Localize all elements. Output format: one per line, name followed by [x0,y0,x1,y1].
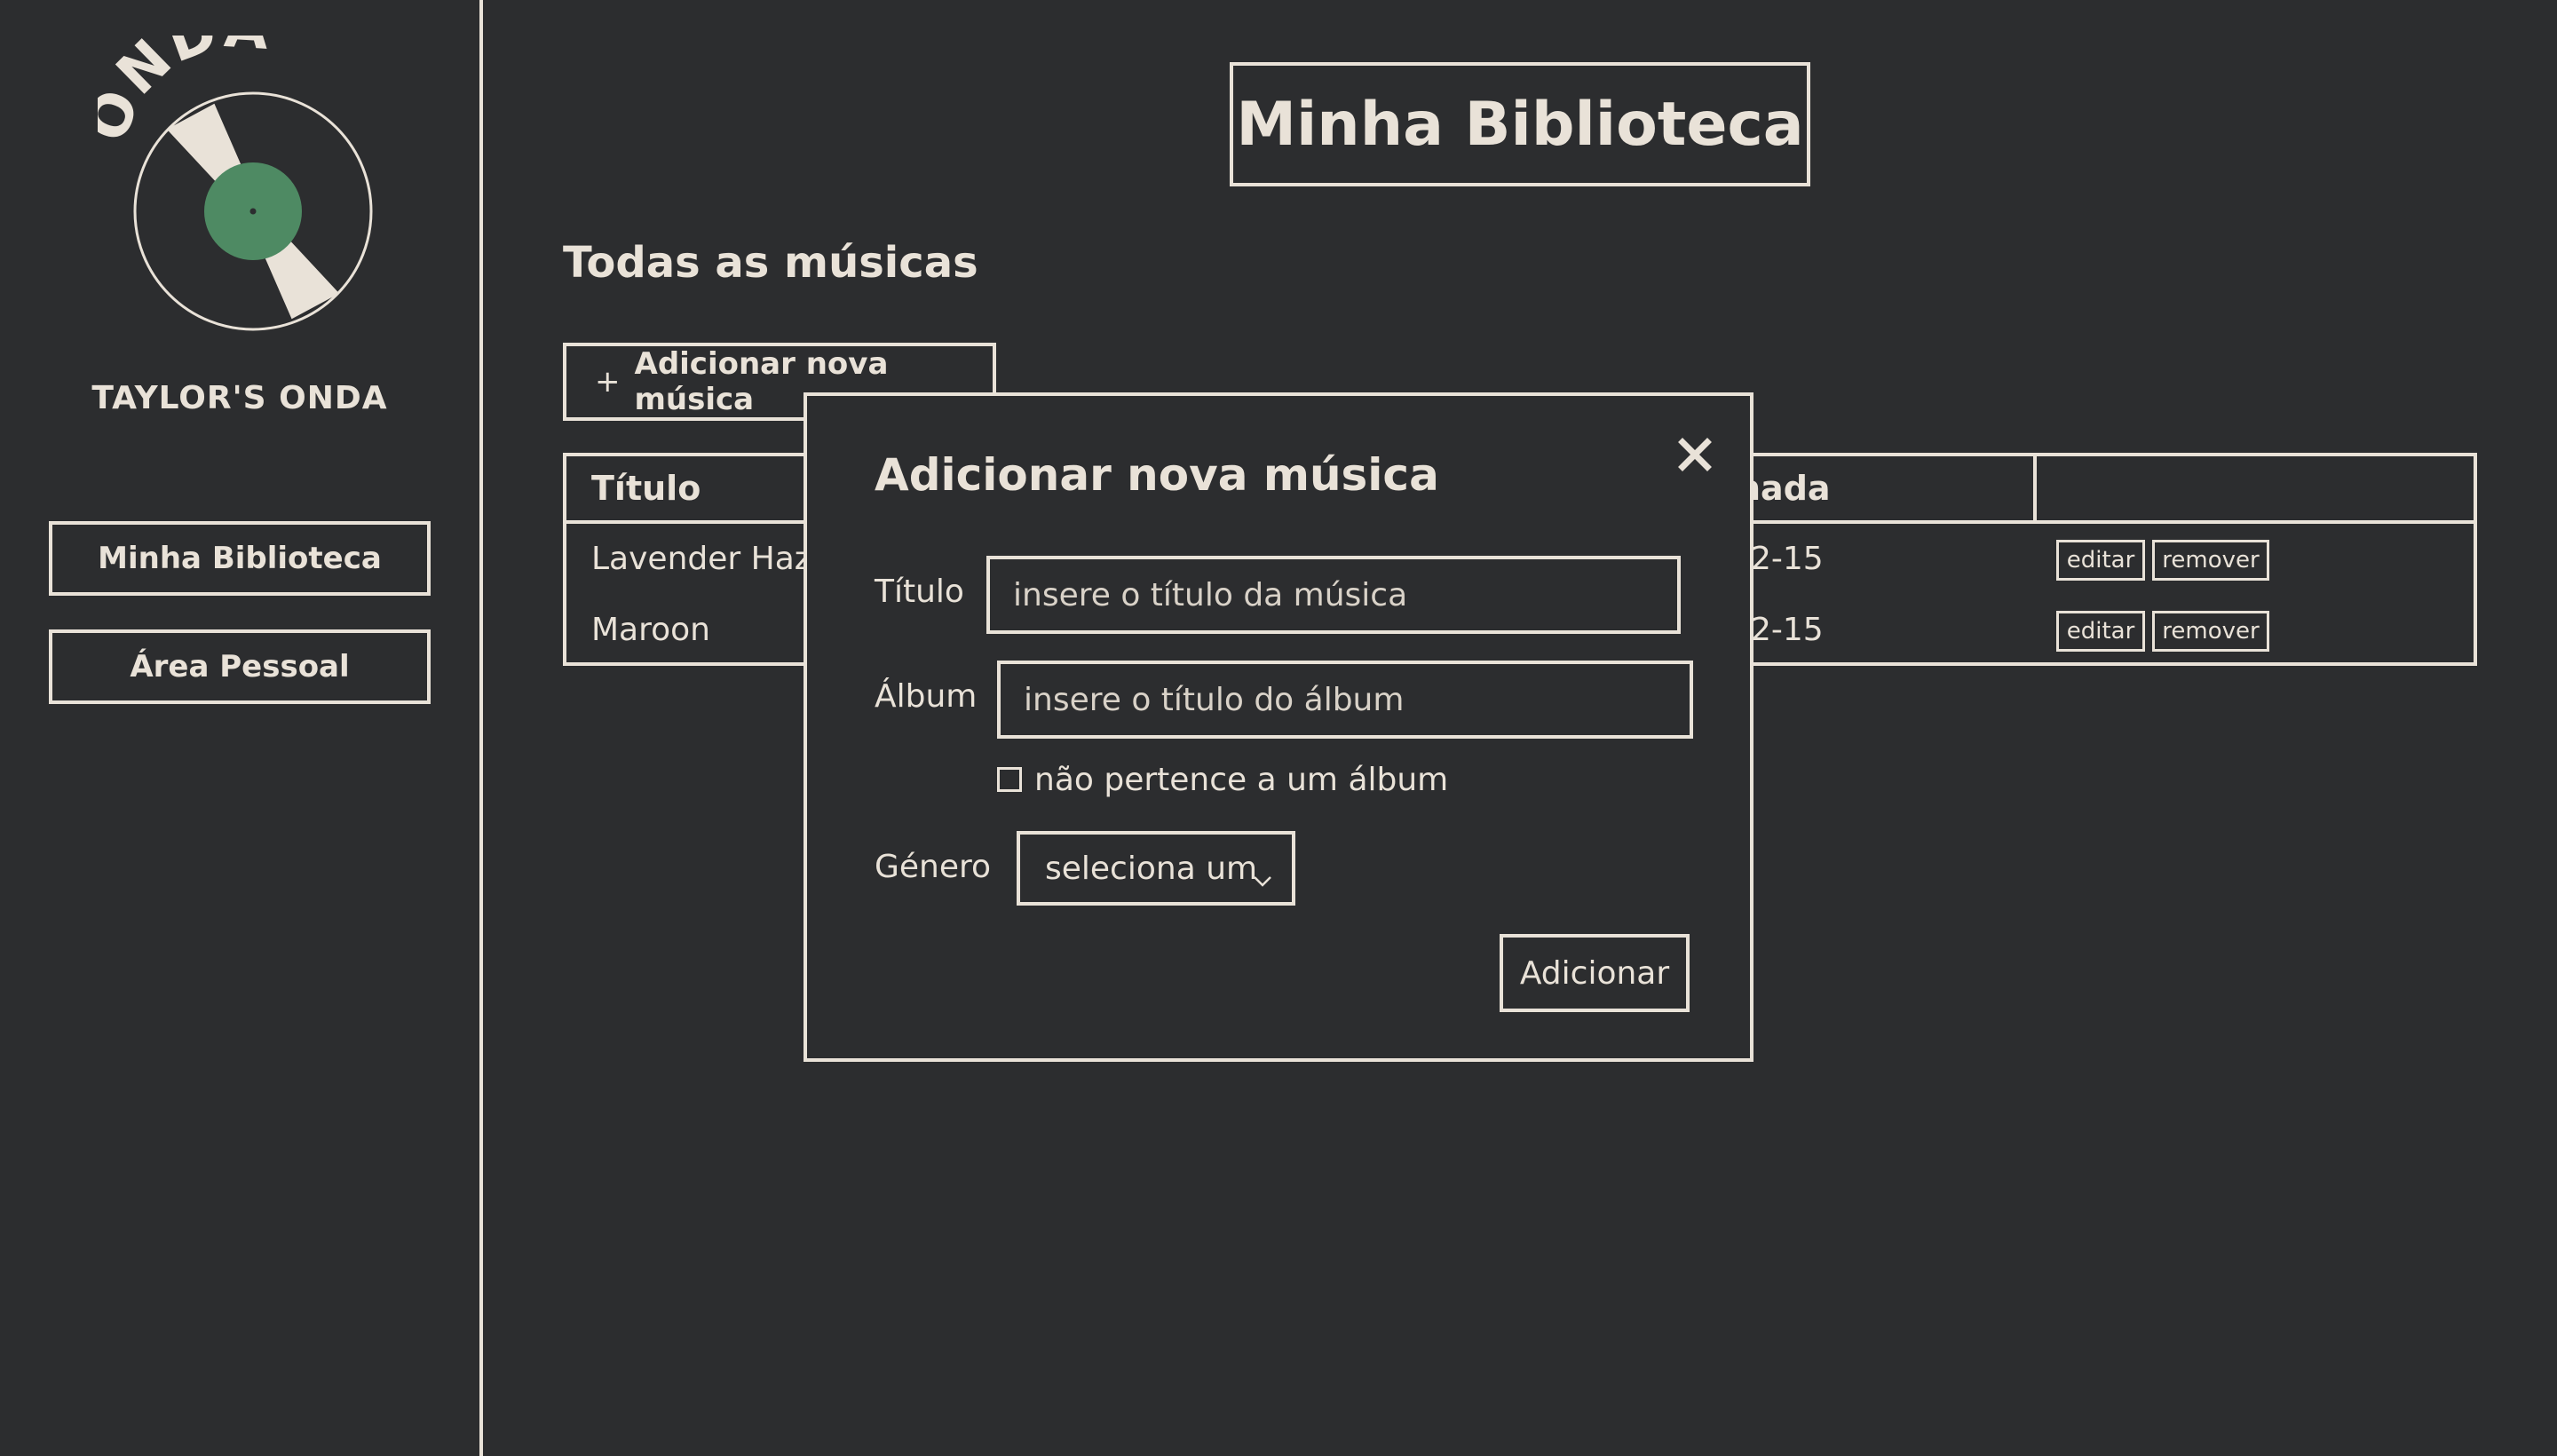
close-icon[interactable] [1674,433,1716,476]
genre-field-label: Género [875,849,992,885]
genre-selected-value: seleciona um [1045,850,1258,887]
title-field-label: Título [875,574,964,610]
edit-button[interactable]: editar [2056,540,2145,581]
remove-button[interactable]: remover [2152,540,2269,581]
sidebar-item-minha-biblioteca[interactable]: Minha Biblioteca [49,521,431,596]
column-divider [2033,456,2037,520]
no-album-label: não pertence a um álbum [1034,761,1449,798]
submit-add-button[interactable]: Adicionar [1500,934,1690,1012]
album-title-input[interactable] [997,661,1693,739]
brand-name: TAYLOR'S ONDA [91,380,388,416]
column-header-title: Título [591,469,701,508]
remove-button[interactable]: remover [2152,611,2269,652]
song-date: 2-15 [1751,541,1824,577]
modal-title: Adicionar nova música [875,449,1439,501]
onda-logo: ONDA [75,0,382,337]
add-song-modal: Adicionar nova música Título Álbum não p… [804,392,1753,1062]
app-window: ONDA TAYLOR'S ONDA Minha Biblioteca Área… [0,0,2557,1456]
section-title: Todas as músicas [563,238,978,288]
song-date: 2-15 [1751,612,1824,648]
chevron-down-icon [1253,861,1272,887]
plus-icon: + [595,364,621,400]
song-title: Maroon [591,612,710,648]
sidebar-item-area-pessoal[interactable]: Área Pessoal [49,629,431,704]
song-title: Lavender Haze [591,541,831,577]
no-album-checkbox[interactable] [997,767,1022,792]
page-title: Minha Biblioteca [1230,62,1810,186]
edit-button[interactable]: editar [2056,611,2145,652]
sidebar: ONDA TAYLOR'S ONDA Minha Biblioteca Área… [0,0,483,1456]
no-album-checkbox-row[interactable]: não pertence a um álbum [997,760,1448,799]
genre-select[interactable]: seleciona um [1017,831,1295,906]
song-title-input[interactable] [986,556,1681,634]
album-field-label: Álbum [875,678,978,715]
